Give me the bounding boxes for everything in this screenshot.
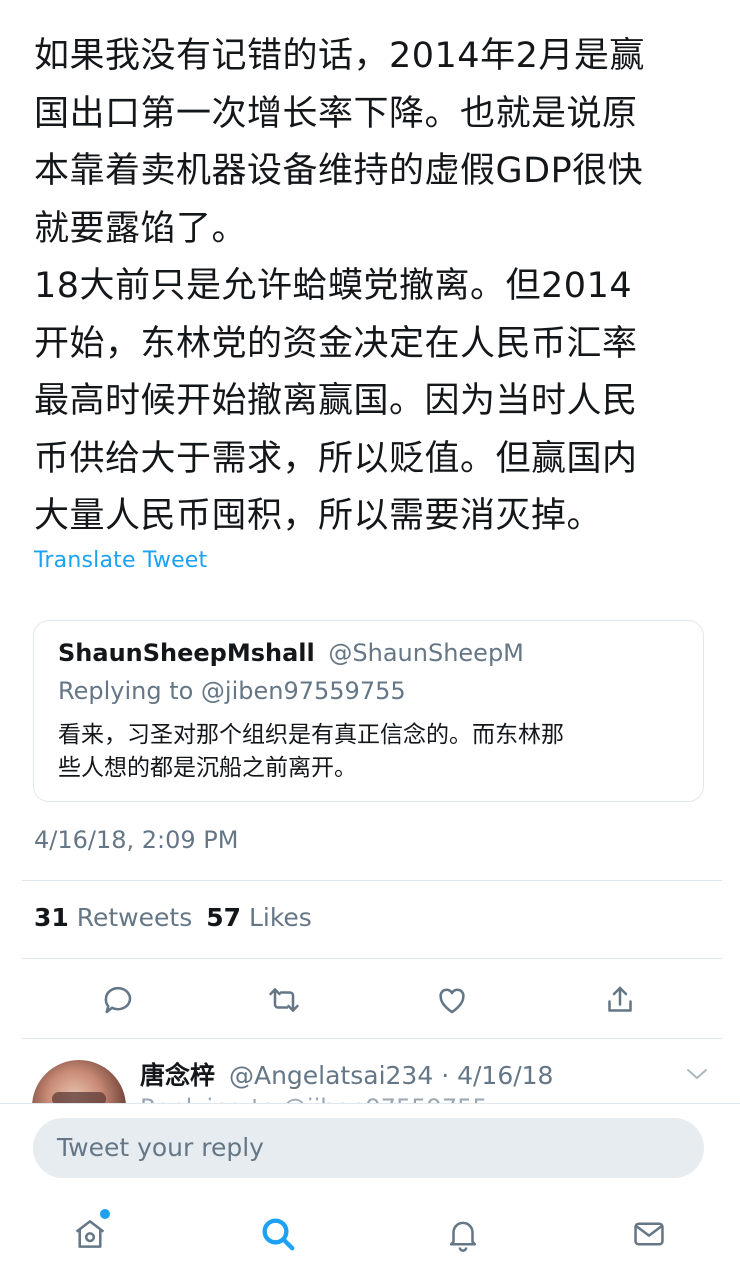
reply-author-name: 唐念梓 [140,1061,216,1090]
reply-icon[interactable] [96,978,140,1022]
tweet-actions [0,978,740,1022]
engagement-stats: 31 Retweets 57 Likes [34,903,312,932]
retweets-stat[interactable]: 31 Retweets [34,903,192,932]
translate-tweet-link[interactable]: Translate Tweet [34,548,207,573]
tweet-timestamp: 4/16/18, 2:09 PM [34,826,239,854]
notifications-icon[interactable] [441,1212,485,1256]
avatar[interactable] [32,1060,126,1108]
reply-header: 唐念梓 @Angelatsai234 · 4/16/18 [140,1056,553,1092]
likes-label: Likes [248,903,312,932]
divider [22,880,722,881]
messages-icon[interactable] [627,1212,671,1256]
chevron-down-icon[interactable] [684,1064,710,1084]
tweet-text: 如果我没有记错的话，2014年2月是赢 国出口第一次增长率下降。也就是说原 本靠… [34,36,645,536]
quoted-author-name: ShaunSheepMshall [58,639,315,667]
quoted-tweet-card[interactable]: ShaunSheepMshall @ShaunSheepM Replying t… [33,620,704,802]
likes-stat[interactable]: 57 Likes [206,903,312,932]
search-icon[interactable] [256,1212,300,1256]
quoted-tweet-header: ShaunSheepMshall @ShaunSheepM [58,639,524,667]
reply-tweet[interactable]: 唐念梓 @Angelatsai234 · 4/16/18 Replying to… [0,1038,740,1108]
home-icon[interactable] [68,1212,112,1256]
retweet-icon[interactable] [262,978,306,1022]
retweets-count: 31 [34,903,69,932]
quoted-tweet-text: 看来，习圣对那个组织是有真正信念的。而东林那 些人想的都是沉船之前离开。 [58,722,564,781]
likes-count: 57 [206,903,242,932]
reply-author-handle-date: @Angelatsai234 · 4/16/18 [228,1061,554,1090]
like-icon[interactable] [430,978,474,1022]
divider [22,958,722,959]
quoted-replying-to: Replying to @jiben97559755 [58,677,406,705]
retweets-label: Retweets [76,903,193,932]
quoted-author-handle: @ShaunSheepM [328,639,524,667]
reply-input[interactable]: Tweet your reply [33,1118,704,1178]
share-icon[interactable] [598,978,642,1022]
